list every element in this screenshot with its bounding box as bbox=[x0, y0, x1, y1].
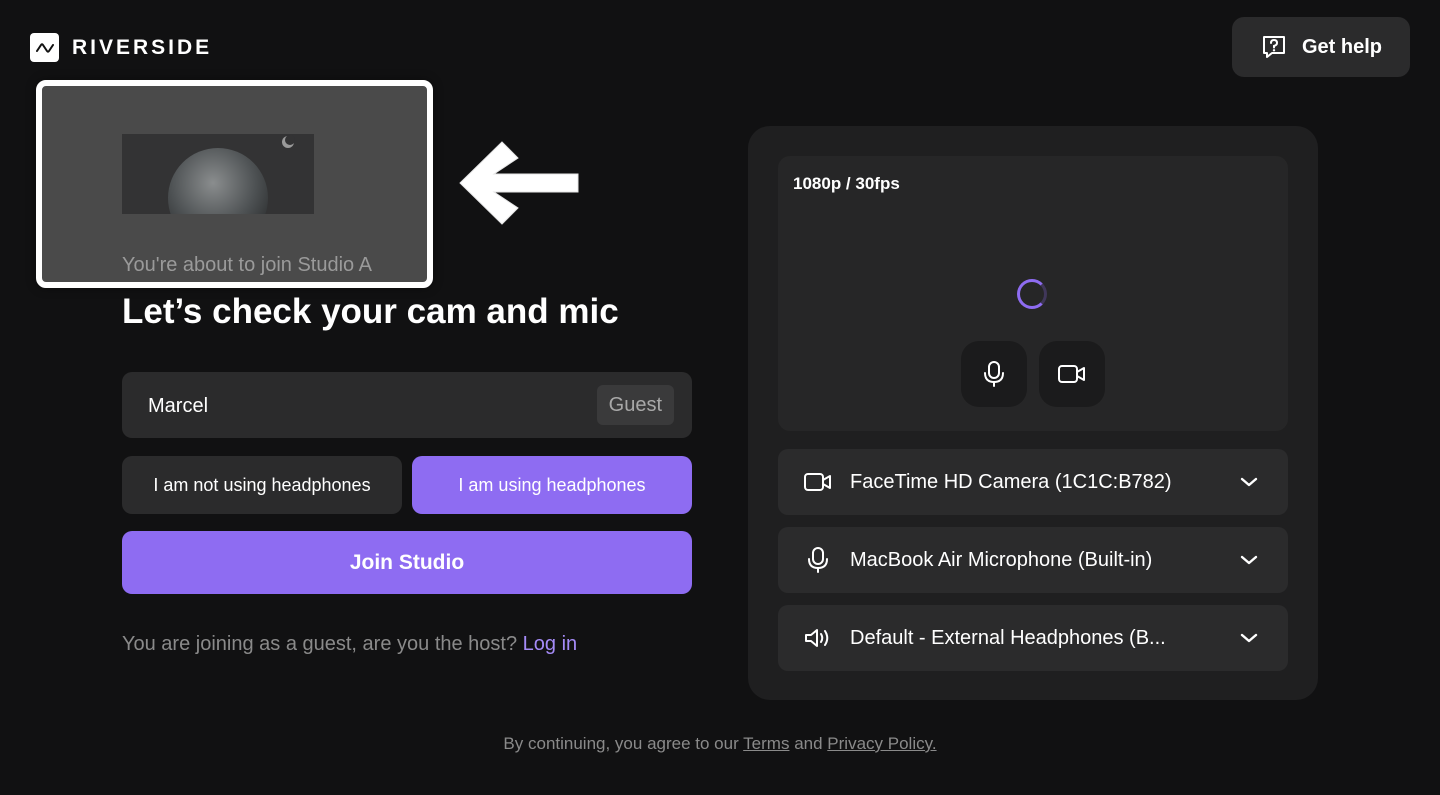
guest-badge: Guest bbox=[596, 385, 674, 425]
name-input[interactable] bbox=[146, 372, 570, 440]
loading-spinner-icon bbox=[1017, 279, 1047, 309]
privacy-policy-link[interactable]: Privacy Policy. bbox=[827, 734, 936, 753]
microphone-select-value: MacBook Air Microphone (Built-in) bbox=[850, 548, 1153, 571]
video-camera-icon bbox=[804, 473, 831, 491]
microphone-icon bbox=[984, 361, 1004, 387]
terms-link[interactable]: Terms bbox=[743, 734, 789, 753]
get-help-label: Get help bbox=[1301, 35, 1382, 58]
speaker-select-value: Default - External Headphones (B... bbox=[850, 626, 1166, 649]
camera-select-value: FaceTime HD Camera (1C1C:B782) bbox=[850, 470, 1172, 493]
brand-logo[interactable]: RIVERSIDE bbox=[30, 33, 212, 62]
name-field[interactable]: Guest bbox=[122, 372, 692, 440]
brand-name: RIVERSIDE bbox=[72, 35, 213, 59]
toggle-camera-button[interactable] bbox=[1039, 341, 1105, 407]
guest-note: You are joining as a guest, are you the … bbox=[122, 633, 577, 656]
using-headphones-button[interactable]: I am using headphones bbox=[412, 456, 692, 514]
legal-footer: By continuing, you agree to our Terms an… bbox=[0, 734, 1440, 754]
camera-select[interactable]: FaceTime HD Camera (1C1C:B782) bbox=[778, 449, 1288, 515]
speaker-icon bbox=[805, 629, 829, 647]
video-camera-icon bbox=[1058, 365, 1085, 383]
arrow-left-icon bbox=[459, 141, 579, 225]
help-chat-icon bbox=[1262, 36, 1285, 58]
join-studio-button[interactable]: Join Studio bbox=[122, 531, 692, 594]
get-help-button[interactable]: Get help bbox=[1232, 17, 1410, 77]
page-title: Let’s check your cam and mic bbox=[122, 292, 619, 331]
studio-caption: You're about to join Studio A bbox=[122, 254, 372, 276]
chevron-down-icon bbox=[1240, 555, 1258, 565]
device-panel: 1080p / 30fps FaceTime HD Camera (1C1C:B… bbox=[748, 126, 1318, 700]
guest-note-text: You are joining as a guest, are you the … bbox=[122, 633, 518, 655]
footer-and: and bbox=[794, 734, 823, 753]
not-using-headphones-button[interactable]: I am not using headphones bbox=[122, 456, 402, 514]
toggle-mic-button[interactable] bbox=[961, 341, 1027, 407]
footer-prefix: By continuing, you agree to our bbox=[503, 734, 739, 753]
microphone-select[interactable]: MacBook Air Microphone (Built-in) bbox=[778, 527, 1288, 593]
camera-preview: 1080p / 30fps bbox=[778, 156, 1288, 431]
studio-thumbnail bbox=[122, 134, 314, 214]
speaker-select[interactable]: Default - External Headphones (B... bbox=[778, 605, 1288, 671]
studio-card: You're about to join Studio A bbox=[36, 80, 433, 288]
chevron-down-icon bbox=[1240, 633, 1258, 643]
microphone-icon bbox=[808, 547, 828, 573]
chevron-down-icon bbox=[1240, 477, 1258, 487]
riverside-logo-icon bbox=[30, 33, 59, 62]
log-in-link[interactable]: Log in bbox=[523, 633, 578, 655]
resolution-label: 1080p / 30fps bbox=[793, 174, 900, 193]
